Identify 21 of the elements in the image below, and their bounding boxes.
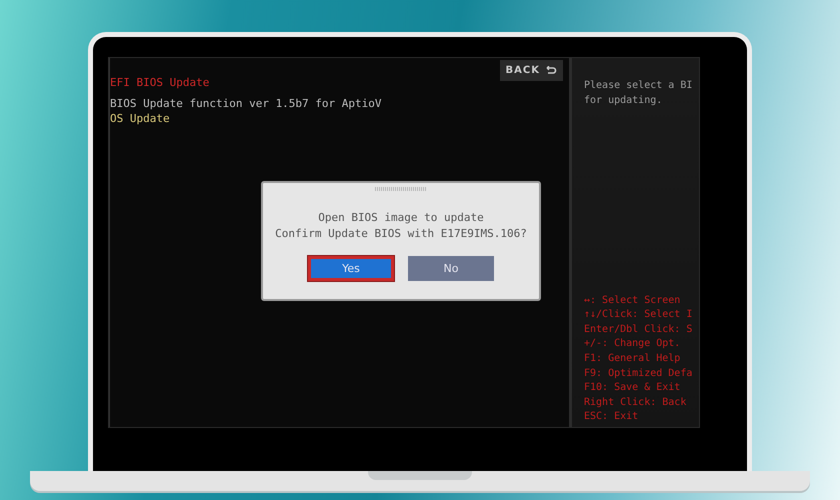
log-line: BIOS Update function ver 1.5b7 for AptioV <box>110 96 383 112</box>
key-hint: F1: General Help <box>584 352 682 366</box>
key-hint: Right Click: Back <box>584 396 688 410</box>
key-hint: Enter/Dbl Click: S <box>584 322 694 337</box>
log-line: EFI BIOS Update <box>110 75 210 91</box>
help-text: Please select a BI <box>584 79 694 93</box>
dialog-message: Open BIOS image to update <box>317 210 485 226</box>
dialog-button[interactable]: No <box>408 256 494 281</box>
key-hint: ESC: Exit <box>584 410 640 424</box>
key-hint: ↔: Select Screen <box>584 294 682 308</box>
key-hint: F9: Optimized Defa <box>584 366 694 381</box>
dialog-message: Confirm Update BIOS with E17E9IMS.106? <box>275 226 527 242</box>
key-hint: ↑↓/Click: Select I <box>584 308 694 322</box>
dialog-button[interactable]: Yes <box>308 256 394 281</box>
grip-icon <box>375 187 427 191</box>
return-icon <box>546 66 557 76</box>
back-button[interactable]: BACK <box>500 60 563 81</box>
log-line: OS Update <box>110 111 171 127</box>
help-text: for updating. <box>584 94 664 108</box>
key-hint: +/-: Change Opt. <box>584 337 682 352</box>
key-hint: F10: Save & Exit <box>584 381 682 396</box>
